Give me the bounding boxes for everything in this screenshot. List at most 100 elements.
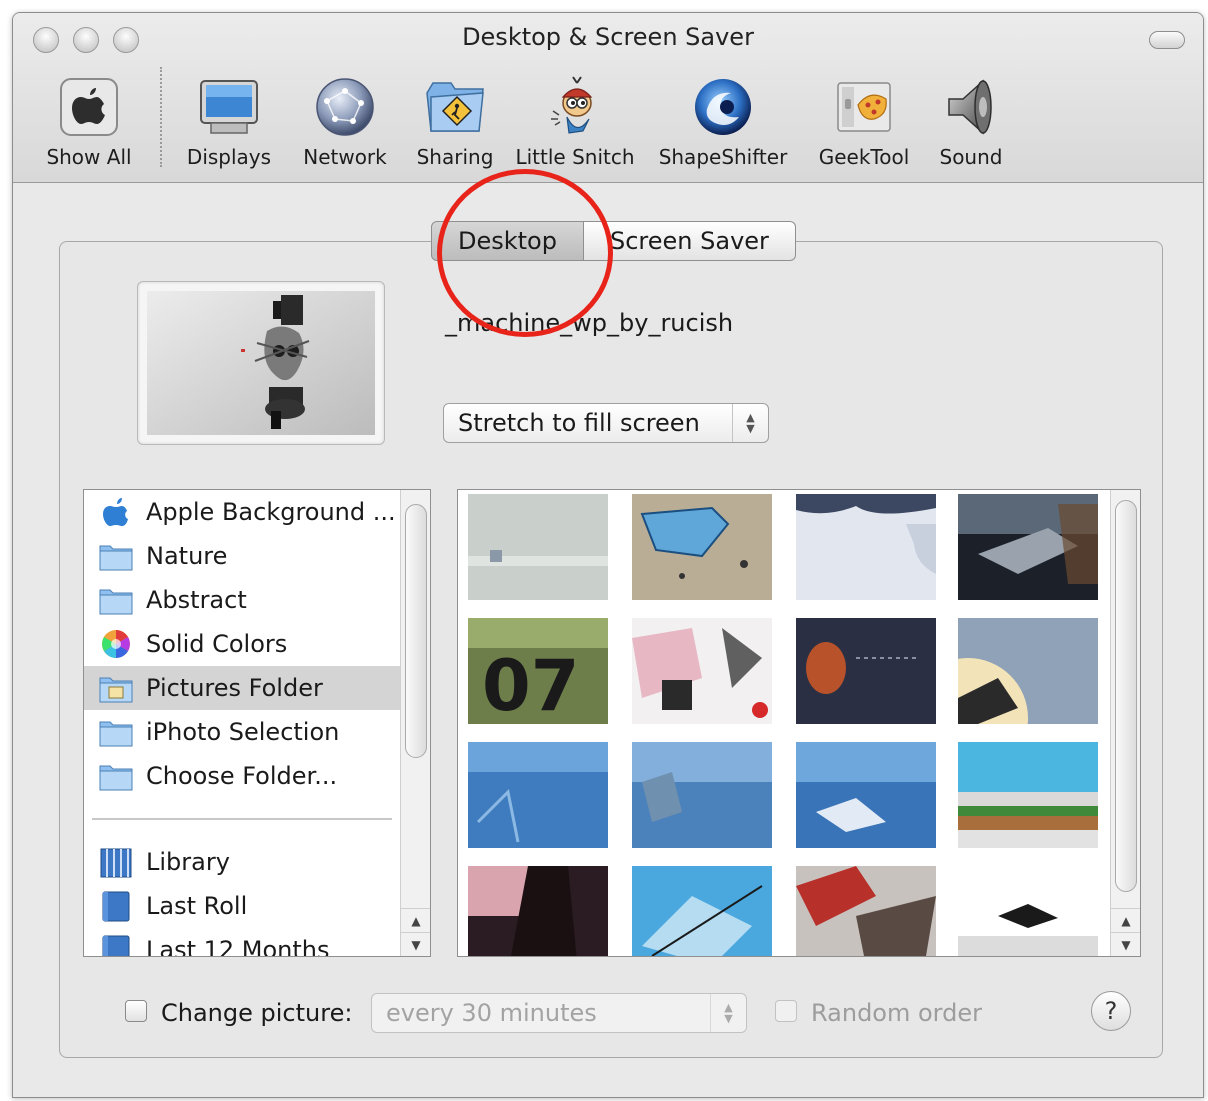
picture-thumbnail[interactable] [796,866,936,956]
tab-screen-saver[interactable]: Screen Saver [583,221,796,261]
picture-thumbnail[interactable] [958,742,1098,848]
title-toolbar-area: Desktop & Screen Saver Show All Displays [13,13,1203,183]
toolbar-label-little-snitch: Little Snitch [515,145,635,169]
source-label: Choose Folder... [146,762,338,790]
geektool-icon [837,82,891,132]
source-list-scrollbar[interactable]: ▲ ▼ [400,490,430,956]
source-item-last-roll[interactable]: Last Roll [84,884,400,928]
change-interval-popup[interactable]: every 30 minutes ▲ ▼ [371,993,747,1033]
fill-mode-popup[interactable]: Stretch to fill screen ▲ ▼ [443,403,769,443]
apple-icon [60,78,118,136]
change-picture-checkbox[interactable] [125,1000,147,1022]
picture-thumbnail[interactable] [468,742,608,848]
tab-desktop[interactable]: Desktop [431,221,584,261]
iphoto-album-icon [102,891,130,922]
toolbar-label-displays: Displays [186,145,272,169]
picture-thumbnail[interactable] [468,494,608,600]
picture-grid-scrollbar[interactable]: ▲ ▼ [1110,490,1140,956]
window-title: Desktop & Screen Saver [462,23,754,51]
toolbar-label-show-all: Show All [46,145,132,169]
toolbar-label-shapeshifter: ShapeShifter [658,145,788,169]
source-item-choose-folder[interactable]: Choose Folder... [84,754,400,798]
pictures-folder-icon [99,677,133,703]
fill-mode-value: Stretch to fill screen [458,409,700,437]
shapeshifter-icon [695,79,751,135]
source-label: Abstract [146,586,247,614]
toolbar-sound[interactable]: Sound [931,75,1011,169]
scroll-up-arrow-icon[interactable]: ▲ [1111,908,1140,932]
color-wheel-icon [102,630,130,658]
iphoto-library-icon [100,848,132,878]
toolbar-little-snitch[interactable]: Little Snitch [511,75,639,169]
toolbar-label-network: Network [303,145,387,169]
source-item-abstract[interactable]: Abstract [84,578,400,622]
popup-arrows-icon: ▲ ▼ [710,994,746,1032]
bottom-controls: Change picture: every 30 minutes ▲ ▼ Rand… [125,991,1135,1033]
apple-logo-icon [103,498,128,526]
folder-icon [99,721,133,747]
source-list[interactable]: Apple Background ... Nature Abstract Sol… [83,489,431,957]
scroll-up-arrow-icon[interactable]: ▲ [401,908,430,932]
picture-thumbnail[interactable] [796,494,936,600]
toolbar-label-sound: Sound [939,145,1003,169]
source-label: Last Roll [146,892,248,920]
source-item-pictures-folder[interactable]: Pictures Folder [84,666,400,710]
sharing-folder-icon [426,82,484,132]
picture-thumbnail[interactable] [958,494,1098,600]
source-item-solid-colors[interactable]: Solid Colors [84,622,400,666]
source-label: Pictures Folder [146,674,323,702]
source-item-library[interactable]: Library [84,840,400,884]
picture-thumbnail[interactable] [958,618,1098,724]
picture-thumbnail[interactable] [632,742,772,848]
picture-thumbnail[interactable] [632,494,772,600]
source-item-iphoto-selection[interactable]: iPhoto Selection [84,710,400,754]
source-label: Nature [146,542,228,570]
source-item-last-12-months[interactable]: Last 12 Months [84,928,400,956]
source-label: iPhoto Selection [146,718,340,746]
source-label: Library [146,848,230,876]
picture-grid[interactable]: 07 ▲ ▼ [457,489,1141,957]
scroll-thumb[interactable] [1115,500,1137,892]
toolbar-label-geektool: GeekTool [818,145,910,169]
network-globe-icon [316,78,374,136]
svg-text:07: 07 [482,645,579,724]
tab-bar: Desktop Screen Saver [431,221,796,261]
toolbar-show-all[interactable]: Show All [29,75,149,169]
source-item-apple-backgrounds[interactable]: Apple Background ... [84,490,400,534]
picture-thumbnail[interactable] [796,742,936,848]
toolbar-toggle-button[interactable] [1149,31,1185,49]
toolbar-displays[interactable]: Displays [177,75,281,169]
folder-icon [99,545,133,571]
folder-icon [99,765,133,791]
source-label: Solid Colors [146,630,288,658]
current-picture-well[interactable] [137,281,385,445]
toolbar-sharing[interactable]: Sharing [403,75,507,169]
help-button[interactable]: ? [1091,991,1131,1031]
random-order-checkbox[interactable] [775,1000,797,1022]
speaker-icon [948,79,992,135]
scroll-thumb[interactable] [405,504,427,758]
scroll-down-arrow-icon[interactable]: ▼ [401,932,430,956]
popup-arrows-icon: ▲ ▼ [732,404,768,442]
display-icon [200,80,258,134]
source-item-nature[interactable]: Nature [84,534,400,578]
scroll-down-arrow-icon[interactable]: ▼ [1111,932,1140,956]
source-divider [92,818,392,820]
toolbar-shapeshifter[interactable]: ShapeShifter [653,75,793,169]
toolbar-separator [160,67,162,167]
picture-thumbnail[interactable] [632,866,772,956]
picture-thumbnail[interactable] [468,866,608,956]
toolbar-label-sharing: Sharing [416,145,494,169]
toolbar-geektool[interactable]: GeekTool [809,75,919,169]
change-picture-label: Change picture: [161,999,353,1027]
picture-thumbnail[interactable] [796,618,936,724]
current-picture-name: _machine_wp_by_rucish [445,309,734,337]
current-picture-preview [147,291,375,435]
folder-icon [99,589,133,615]
picture-thumbnail[interactable]: 07 [468,618,608,724]
toolbar-network[interactable]: Network [293,75,397,169]
picture-thumbnail[interactable] [958,866,1098,956]
source-label: Apple Background ... [146,498,396,526]
picture-thumbnail[interactable] [632,618,772,724]
change-interval-value: every 30 minutes [386,999,597,1027]
